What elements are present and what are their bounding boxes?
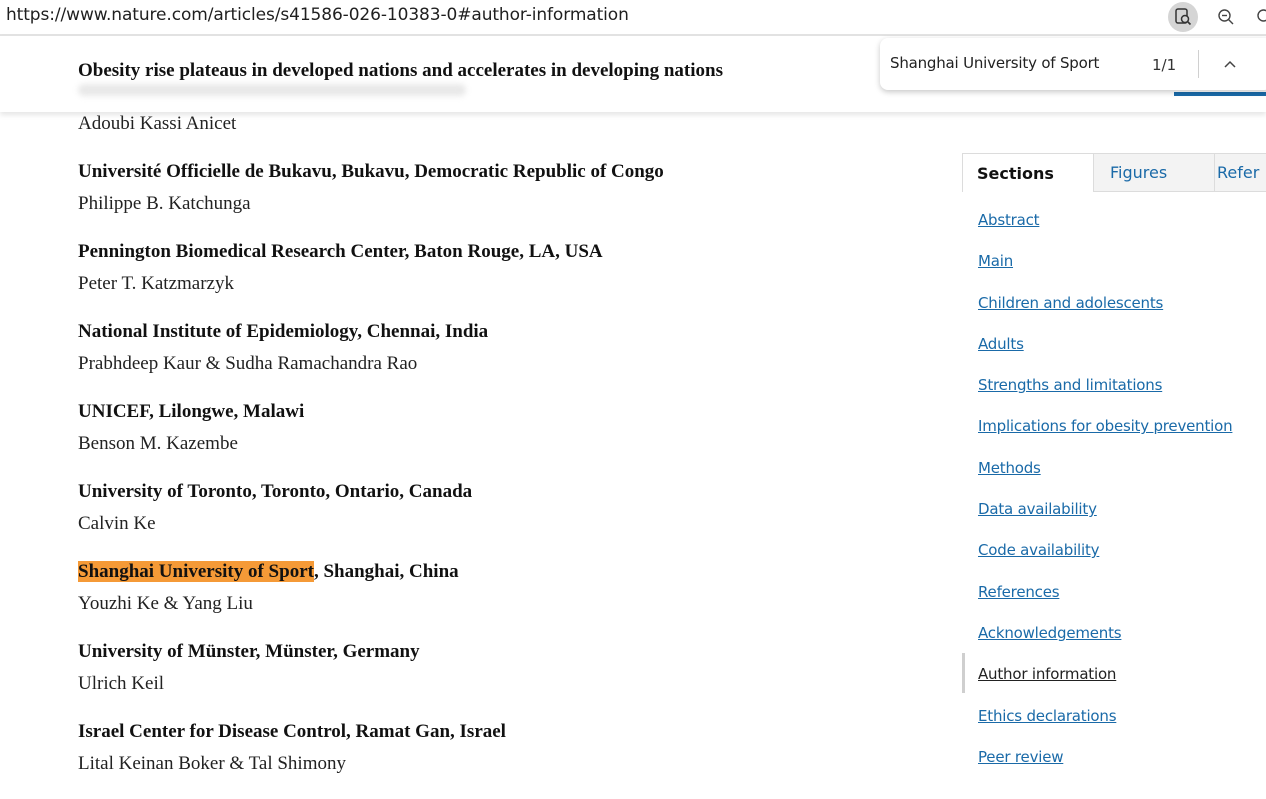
- find-input[interactable]: Shanghai University of Sport: [890, 54, 1099, 72]
- nav-link[interactable]: Ethics declarations: [978, 707, 1117, 725]
- affiliation: Shanghai University of Sport, Shanghai, …: [78, 560, 878, 616]
- url-field[interactable]: https://www.nature.com/articles/s41586-0…: [6, 5, 629, 25]
- faded-text-line: [78, 84, 466, 96]
- find-bar: Shanghai University of Sport 1/1: [880, 38, 1266, 90]
- nav-link[interactable]: Implications for obesity prevention: [978, 417, 1233, 435]
- nav-link-current[interactable]: Author information: [978, 665, 1116, 683]
- affiliation-authors: Peter T. Katzmarzyk: [78, 273, 234, 294]
- nav-item-code-availability: Code availability: [962, 535, 1266, 576]
- affiliation-name: University of Toronto, Toronto, Ontario,…: [78, 481, 473, 502]
- find-highlight: Shanghai University of Sport: [78, 561, 314, 582]
- affiliation-authors: Ulrich Keil: [78, 673, 165, 694]
- find-on-page-icon[interactable]: [1168, 2, 1198, 32]
- author-name: Adoubi Kassi Anicet: [78, 113, 237, 134]
- nav-item-data-availability: Data availability: [962, 494, 1266, 535]
- affiliation: Israel Center for Disease Control, Ramat…: [78, 720, 878, 776]
- tab-sections[interactable]: Sections: [962, 153, 1094, 192]
- nav-item-methods: Methods: [962, 453, 1266, 494]
- affiliation-authors: Benson M. Kazembe: [78, 433, 238, 454]
- affiliation-name: National Institute of Epidemiology, Chen…: [78, 321, 489, 342]
- find-match-count: 1/1: [1152, 56, 1177, 74]
- affiliation: National Institute of Epidemiology, Chen…: [78, 320, 878, 376]
- affiliation-name: Université Officielle de Bukavu, Bukavu,…: [78, 161, 664, 182]
- browser-address-bar: https://www.nature.com/articles/s41586-0…: [0, 0, 1266, 36]
- nav-link[interactable]: Peer review: [978, 748, 1064, 766]
- affiliation: UNICEF, Lilongwe, Malawi Benson M. Kazem…: [78, 400, 878, 456]
- nav-item-strengths: Strengths and limitations: [962, 370, 1266, 411]
- article-title: Obesity rise plateaus in developed natio…: [78, 60, 723, 81]
- affiliation-name-rest: , Shanghai, China: [313, 561, 459, 582]
- affiliation-name: Israel Center for Disease Control, Ramat…: [78, 721, 506, 742]
- author-information-list: Adoubi Kassi Anicet Université Officiell…: [78, 112, 878, 776]
- affiliation-name: Shanghai University of Sport, Shanghai, …: [78, 560, 878, 584]
- sections-nav: Abstract Main Children and adolescents A…: [962, 205, 1266, 783]
- nav-link[interactable]: Strengths and limitations: [978, 376, 1162, 394]
- nav-link[interactable]: Data availability: [978, 500, 1097, 518]
- nav-item-acknowledgements: Acknowledgements: [962, 618, 1266, 659]
- nav-link[interactable]: References: [978, 583, 1060, 601]
- affiliation: Université Officielle de Bukavu, Bukavu,…: [78, 160, 878, 216]
- nav-item-implications: Implications for obesity prevention: [962, 411, 1266, 452]
- nav-link[interactable]: Main: [978, 252, 1013, 270]
- nav-item-children: Children and adolescents: [962, 288, 1266, 329]
- affiliation-authors: Calvin Ke: [78, 513, 156, 534]
- nav-item-ethics: Ethics declarations: [962, 701, 1266, 742]
- affiliation-authors: Youzhi Ke & Yang Liu: [78, 593, 253, 614]
- tab-references[interactable]: Refer: [1214, 153, 1266, 191]
- affiliation-authors: Prabhdeep Kaur & Sudha Ramachandra Rao: [78, 353, 418, 374]
- zoom-in-icon[interactable]: [1250, 2, 1266, 32]
- previous-match-chevron-up-icon[interactable]: [1216, 50, 1244, 78]
- header-accent-bar: [1174, 92, 1266, 96]
- nav-item-adults: Adults: [962, 329, 1266, 370]
- affiliation-authors: Philippe B. Katchunga: [78, 193, 251, 214]
- zoom-out-icon[interactable]: [1211, 2, 1241, 32]
- nav-item-author-information: Author information: [962, 653, 1266, 700]
- nav-item-main: Main: [962, 246, 1266, 287]
- nav-link[interactable]: Children and adolescents: [978, 294, 1163, 312]
- tab-figures[interactable]: Figures: [1094, 153, 1214, 191]
- nav-item-peer-review: Peer review: [962, 742, 1266, 783]
- find-divider: [1198, 50, 1199, 78]
- nav-link[interactable]: Code availability: [978, 541, 1100, 559]
- affiliation-name: UNICEF, Lilongwe, Malawi: [78, 401, 305, 422]
- nav-link[interactable]: Abstract: [978, 211, 1040, 229]
- sidebar-tabs: Sections Figures Refer: [962, 153, 1266, 192]
- nav-link[interactable]: Acknowledgements: [978, 624, 1122, 642]
- nav-link[interactable]: Methods: [978, 459, 1041, 477]
- affiliation-authors: Lital Keinan Boker & Tal Shimony: [78, 753, 346, 774]
- nav-item-abstract: Abstract: [962, 205, 1266, 246]
- nav-item-references: References: [962, 577, 1266, 618]
- nav-link[interactable]: Adults: [978, 335, 1024, 353]
- affiliation-name: University of Münster, Münster, Germany: [78, 641, 420, 662]
- affiliation-name: Pennington Biomedical Research Center, B…: [78, 241, 603, 262]
- affiliation: University of Münster, Münster, Germany …: [78, 640, 878, 696]
- affiliation: University of Toronto, Toronto, Ontario,…: [78, 480, 878, 536]
- affiliation: Pennington Biomedical Research Center, B…: [78, 240, 878, 296]
